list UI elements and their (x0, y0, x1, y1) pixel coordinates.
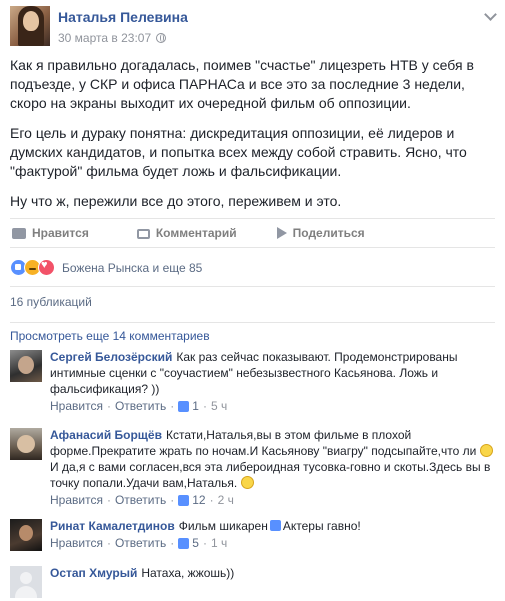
thumbs-up-icon (178, 400, 190, 412)
reactions-names[interactable]: Божена Рынска и еще 85 (62, 261, 202, 275)
share-arrow-icon (276, 226, 287, 239)
smiley-icon (479, 444, 493, 457)
commenter-avatar[interactable] (10, 350, 42, 382)
comment-reply-link[interactable]: Ответить (115, 398, 166, 414)
commenter-name[interactable]: Афанасий Борщёв (50, 428, 162, 442)
thumbs-up-icon (178, 537, 190, 549)
comment-time[interactable]: 2 ч (218, 492, 234, 508)
comment-like-count[interactable]: 12 (192, 492, 205, 508)
author-name[interactable]: Наталья Пелевина (58, 9, 188, 25)
like-label: Нравится (32, 226, 89, 240)
comment-like-link[interactable]: Нравится (50, 535, 103, 551)
chevron-down-icon[interactable] (484, 8, 497, 21)
post-timestamp[interactable]: 30 марта в 23:07 (58, 31, 151, 45)
shares-count: 16 публикаций (10, 286, 495, 317)
love-reaction-icon (38, 259, 55, 276)
commenter-name[interactable]: Остап Хмурый (50, 566, 137, 580)
commenter-avatar[interactable] (10, 566, 42, 598)
shares-link[interactable]: 16 публикаций (10, 295, 92, 309)
comment-footer: Нравится · Ответить · 1 · 5 ч (50, 398, 228, 414)
commenter-avatar[interactable] (10, 428, 42, 460)
post-paragraph: Ну что ж, пережили все до этого, пережив… (10, 193, 342, 209)
comment-icon (136, 228, 150, 239)
comment-body: Сергей Белозёрский Как раз сейчас показыв… (50, 349, 493, 414)
post-body: Как я правильно догадалась, поимев "счас… (10, 56, 495, 222)
share-label: Поделиться (292, 226, 365, 240)
comment-body: Остап Хмурый Натаха, жжошь)) (50, 565, 493, 581)
globe-icon (156, 33, 167, 43)
smiley-icon (240, 476, 254, 489)
commenter-avatar[interactable] (10, 519, 42, 551)
comment-like-link[interactable]: Нравится (50, 492, 103, 508)
post-actions: Нравится Комментарий Поделиться (10, 218, 495, 248)
comment-time[interactable]: 5 ч (211, 398, 227, 414)
comment-time[interactable]: 1 ч (211, 535, 227, 551)
post-header: Наталья Пелевина 30 марта в 23:07 (8, 4, 497, 50)
comment-body: Ринат Камалетдинов Фильм шикарен Актеры га… (50, 518, 493, 551)
post-paragraph: Его цель и дураку понятна: дискредитация… (10, 125, 467, 179)
reactions-summary[interactable]: Божена Рынска и еще 85 (10, 259, 202, 276)
thumbs-up-emoji-icon (269, 520, 281, 531)
share-button[interactable]: Поделиться (276, 226, 365, 241)
commenter-name[interactable]: Сергей Белозёрский (50, 350, 172, 364)
comment: Ринат Камалетдинов Фильм шикарен Актеры га… (10, 519, 495, 553)
comment-text: Актеры гавно! (282, 519, 361, 533)
comment-text: Натаха, жжошь)) (141, 566, 235, 580)
comment-body: Афанасий Борщёв Кстати,Наталья,вы в этом … (50, 427, 493, 508)
view-more-comments[interactable]: Просмотреть еще 14 комментариев (10, 322, 495, 345)
facebook-post: Наталья Пелевина 30 марта в 23:07 Как я … (0, 0, 505, 601)
comment-like-count[interactable]: 1 (192, 398, 199, 414)
comment-like-count[interactable]: 5 (192, 535, 199, 551)
comment-footer: Нравится · Ответить · 5 · 1 ч (50, 535, 228, 551)
thumbs-up-icon (12, 227, 26, 239)
comment-text: Фильм шикарен (178, 519, 268, 533)
comment: Сергей Белозёрский Как раз сейчас показыв… (10, 350, 495, 413)
author-avatar[interactable] (10, 6, 50, 46)
like-button[interactable]: Нравится (12, 226, 89, 241)
post-meta: 30 марта в 23:07 (58, 31, 167, 45)
comment-text: И да,я с вами согласен,вся эта либероидн… (50, 460, 491, 490)
comment-label: Комментарий (155, 226, 237, 240)
comment-button[interactable]: Комментарий (136, 226, 237, 241)
commenter-name[interactable]: Ринат Камалетдинов (50, 519, 175, 533)
post-paragraph: Как я правильно догадалась, поимев "счас… (10, 57, 474, 111)
thumbs-up-icon (178, 494, 190, 506)
comment-reply-link[interactable]: Ответить (115, 492, 166, 508)
comment-like-link[interactable]: Нравится (50, 398, 103, 414)
comment-reply-link[interactable]: Ответить (115, 535, 166, 551)
comment: Афанасий Борщёв Кстати,Наталья,вы в этом … (10, 428, 495, 508)
comment-footer: Нравится · Ответить · 12 · 2 ч (50, 492, 234, 508)
comment: Остап Хмурый Натаха, жжошь)) (10, 566, 495, 600)
